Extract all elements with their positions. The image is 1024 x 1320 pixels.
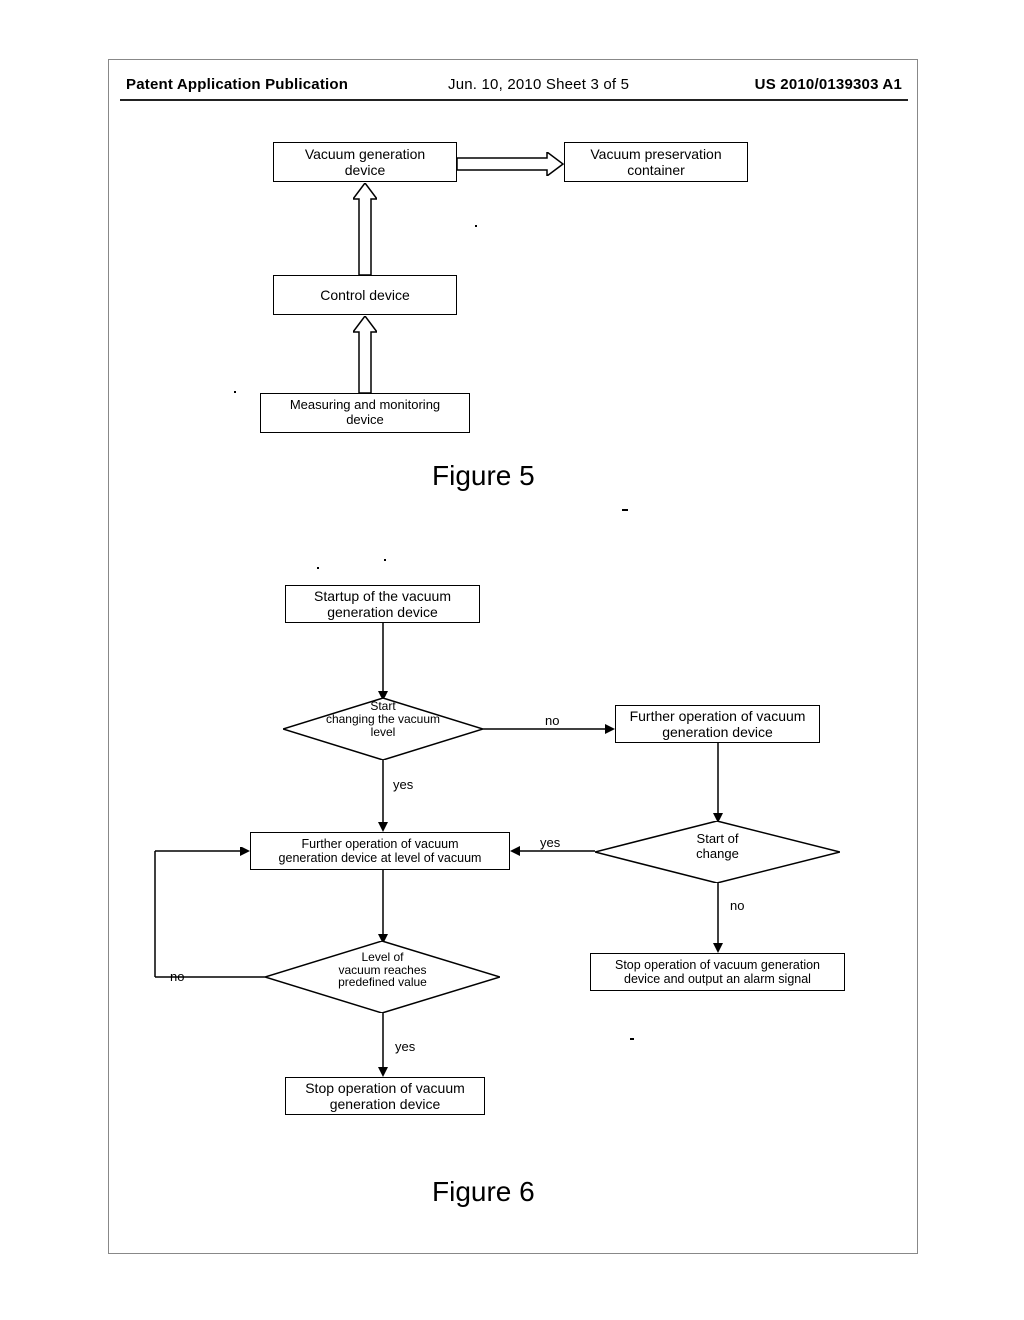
text-line: generation device	[327, 604, 438, 620]
header-rule	[120, 99, 908, 101]
hollow-arrow-up-icon	[353, 316, 377, 393]
hollow-arrow-up-icon	[353, 183, 377, 275]
text-line: Startup of the vacuum	[314, 588, 451, 604]
loop-back-arrow-icon	[150, 847, 270, 983]
fig6-decision3-text: Level of vacuum reaches predefined value	[265, 951, 500, 989]
fig5-vacuum-preservation-container: Vacuum preservation container	[564, 142, 748, 182]
fig5-control-device: Control device	[273, 275, 457, 315]
decorative-dash	[622, 509, 628, 511]
text-line: Vacuum preservation	[590, 146, 721, 162]
figure-5-label: Figure 5	[432, 460, 535, 492]
decorative-dot	[475, 225, 477, 227]
fig6-further-operation-box: Further operation of vacuum generation d…	[615, 705, 820, 743]
arrow-down-icon	[378, 1013, 388, 1077]
text-line: Further operation of vacuum	[630, 708, 806, 724]
fig6-d3-yes-label: yes	[395, 1039, 415, 1054]
fig6-decision1-text: Start changing the vacuum level	[283, 700, 483, 740]
text-line: generation device at level of vacuum	[279, 851, 482, 865]
fig5-vacuum-generation-device: Vacuum generation device	[273, 142, 457, 182]
fig6-startup-box: Startup of the vacuum generation device	[285, 585, 480, 623]
arrow-left-icon	[510, 846, 595, 856]
text-line: device and output an alarm signal	[624, 972, 811, 986]
fig6-stop-box: Stop operation of vacuum generation devi…	[285, 1077, 485, 1115]
text-line: Vacuum generation	[305, 146, 425, 162]
decorative-dot	[317, 567, 319, 569]
header-right: US 2010/0139303 A1	[755, 76, 902, 93]
arrow-down-icon	[713, 883, 723, 953]
text-line: container	[627, 162, 685, 178]
arrow-down-icon	[378, 760, 388, 832]
fig5-measuring-monitoring-device: Measuring and monitoring device	[260, 393, 470, 433]
text-line: predefined value	[265, 976, 500, 989]
fig6-d2-no-label: no	[730, 898, 744, 913]
text-line: Stop operation of vacuum	[305, 1080, 465, 1096]
text-line: device	[346, 413, 384, 428]
text-line: Start of	[595, 832, 840, 847]
decorative-dot	[384, 559, 386, 561]
arrow-down-icon	[378, 870, 388, 944]
header-left: Patent Application Publication	[126, 76, 348, 93]
decorative-dot	[234, 391, 236, 393]
arrow-down-icon	[378, 623, 388, 701]
page: Patent Application Publication Jun. 10, …	[0, 0, 1024, 1320]
arrow-right-icon	[483, 724, 615, 734]
text-line: generation device	[330, 1096, 441, 1112]
text-line: change	[595, 847, 840, 862]
header-mid: Jun. 10, 2010 Sheet 3 of 5	[448, 76, 629, 93]
arrow-down-icon	[713, 743, 723, 823]
fig6-d1-yes-label: yes	[393, 777, 413, 792]
figure-6-label: Figure 6	[432, 1176, 535, 1208]
text-line: Further operation of vacuum	[301, 837, 458, 851]
text-line: Control device	[320, 287, 410, 303]
fig6-decision2-text: Start of change	[595, 832, 840, 862]
figure-6-area: Startup of the vacuum generation device …	[120, 585, 920, 1205]
fig6-stop-alarm-box: Stop operation of vacuum generation devi…	[590, 953, 845, 991]
decorative-dash	[630, 1038, 634, 1040]
hollow-arrow-right-icon	[457, 152, 564, 176]
text-line: device	[345, 162, 385, 178]
text-line: generation device	[662, 724, 773, 740]
text-line: Level of	[265, 951, 500, 964]
text-line: level	[283, 726, 483, 739]
text-line: Measuring and monitoring	[290, 398, 440, 413]
fig6-further-op-level-box: Further operation of vacuum generation d…	[250, 832, 510, 870]
text-line: Stop operation of vacuum generation	[615, 958, 820, 972]
